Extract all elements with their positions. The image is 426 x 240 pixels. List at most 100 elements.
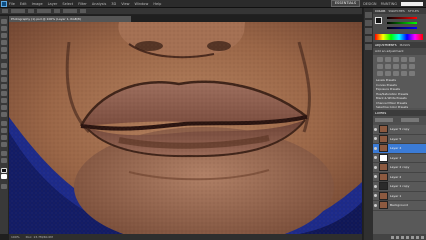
- brush-tool-icon[interactable]: [1, 70, 7, 75]
- menu-3d[interactable]: 3D: [111, 2, 116, 6]
- invert-icon[interactable]: [377, 71, 383, 76]
- quick-mask-icon[interactable]: [1, 184, 7, 189]
- workspace-painting-button[interactable]: PAINTING: [381, 2, 397, 6]
- preset-selective-color[interactable]: Selective Color Presets: [376, 105, 422, 110]
- gradient-tool-icon[interactable]: [1, 98, 7, 103]
- eye-icon[interactable]: [374, 127, 377, 131]
- pen-tool-icon[interactable]: [1, 121, 7, 126]
- eraser-tool-icon[interactable]: [1, 91, 7, 96]
- quick-select-tool-icon[interactable]: [1, 40, 7, 45]
- zoom-level[interactable]: 100%: [11, 234, 20, 240]
- brightness-contrast-icon[interactable]: [377, 57, 383, 62]
- selective-color-icon[interactable]: [409, 71, 415, 76]
- background-color-swatch[interactable]: [1, 174, 7, 179]
- search-input[interactable]: [401, 1, 423, 6]
- mode-select[interactable]: [28, 9, 34, 13]
- brush-panel-icon[interactable]: [365, 20, 372, 26]
- channel-mixer-icon[interactable]: [409, 64, 415, 69]
- marquee-tool-icon[interactable]: [1, 26, 7, 31]
- workspace-essentials-button[interactable]: ESSENTIALS: [330, 0, 361, 7]
- opacity-field[interactable]: [37, 9, 51, 13]
- menu-help[interactable]: Help: [153, 2, 161, 6]
- opacity-field[interactable]: [401, 118, 419, 122]
- curves-icon[interactable]: [393, 57, 399, 62]
- character-panel-icon[interactable]: [365, 36, 372, 42]
- airbrush-toggle[interactable]: [54, 9, 60, 13]
- red-slider[interactable]: [387, 17, 417, 19]
- green-slider[interactable]: [387, 22, 417, 24]
- gradient-map-icon[interactable]: [401, 71, 407, 76]
- menu-filter[interactable]: Filter: [78, 2, 87, 6]
- clone-stamp-tool-icon[interactable]: [1, 77, 7, 82]
- layer-row[interactable]: Layer 1 copy: [373, 182, 426, 192]
- eye-icon[interactable]: [374, 156, 377, 160]
- eye-icon[interactable]: [374, 184, 377, 188]
- add-mask-icon[interactable]: [401, 235, 404, 239]
- eye-icon[interactable]: [374, 203, 377, 207]
- type-tool-icon[interactable]: [1, 128, 7, 133]
- dodge-tool-icon[interactable]: [1, 112, 7, 117]
- new-layer-icon[interactable]: [416, 235, 419, 239]
- menu-window[interactable]: Window: [135, 2, 149, 6]
- foreground-color-swatch[interactable]: [1, 168, 7, 173]
- threshold-icon[interactable]: [393, 71, 399, 76]
- path-select-tool-icon[interactable]: [1, 135, 7, 140]
- layer-style-icon[interactable]: [396, 235, 399, 239]
- menu-image[interactable]: Image: [32, 2, 43, 6]
- brush-size-picker[interactable]: [11, 9, 25, 13]
- eye-icon[interactable]: [374, 146, 377, 150]
- clone-source-panel-icon[interactable]: [365, 28, 372, 34]
- flow-field[interactable]: [63, 9, 77, 13]
- zoom-tool-icon[interactable]: [1, 158, 7, 163]
- menu-analysis[interactable]: Analysis: [92, 2, 106, 6]
- foreground-color-chip[interactable]: [375, 17, 382, 24]
- healing-brush-tool-icon[interactable]: [1, 63, 7, 68]
- trash-icon[interactable]: [421, 235, 424, 239]
- blend-mode-select[interactable]: [375, 118, 393, 122]
- posterize-icon[interactable]: [385, 71, 391, 76]
- layer-row[interactable]: Layer 1: [373, 191, 426, 201]
- move-tool-icon[interactable]: [1, 19, 7, 24]
- shape-tool-icon[interactable]: [1, 142, 7, 147]
- layer-row[interactable]: Layer 2 copy: [373, 163, 426, 173]
- hue-saturation-icon[interactable]: [377, 64, 383, 69]
- eye-icon[interactable]: [374, 137, 377, 141]
- lasso-tool-icon[interactable]: [1, 33, 7, 38]
- crop-tool-icon[interactable]: [1, 47, 7, 52]
- layer-row[interactable]: Layer 2: [373, 172, 426, 182]
- blue-slider[interactable]: [387, 27, 417, 29]
- sample-select[interactable]: [80, 9, 86, 13]
- link-layers-icon[interactable]: [391, 235, 394, 239]
- document-canvas[interactable]: [9, 22, 362, 234]
- tab-layers[interactable]: LAYERS: [375, 111, 386, 115]
- menu-select[interactable]: Select: [62, 2, 73, 6]
- menu-layer[interactable]: Layer: [48, 2, 58, 6]
- eyedropper-tool-icon[interactable]: [1, 54, 7, 59]
- eye-icon[interactable]: [374, 194, 377, 198]
- layer-row[interactable]: Background: [373, 201, 426, 211]
- layer-row[interactable]: Layer 5 copy: [373, 125, 426, 135]
- actions-panel-icon[interactable]: [365, 44, 372, 50]
- menu-file[interactable]: File: [9, 2, 15, 6]
- new-adjustment-icon[interactable]: [406, 235, 409, 239]
- color-balance-icon[interactable]: [385, 64, 391, 69]
- menu-view[interactable]: View: [121, 2, 129, 6]
- exposure-icon[interactable]: [401, 57, 407, 62]
- photo-filter-icon[interactable]: [401, 64, 407, 69]
- color-ramp[interactable]: [375, 34, 423, 40]
- layer-row-selected[interactable]: Layer 4: [373, 144, 426, 154]
- workspace-design-button[interactable]: DESIGN: [363, 2, 377, 6]
- layer-row[interactable]: Layer 5: [373, 134, 426, 144]
- vibrance-icon[interactable]: [409, 57, 415, 62]
- history-brush-tool-icon[interactable]: [1, 84, 7, 89]
- hand-tool-icon[interactable]: [1, 151, 7, 156]
- eye-icon[interactable]: [374, 175, 377, 179]
- layer-row[interactable]: Layer 3: [373, 153, 426, 163]
- tool-preset-picker[interactable]: [2, 9, 8, 13]
- new-group-icon[interactable]: [411, 235, 414, 239]
- history-panel-icon[interactable]: [365, 12, 372, 18]
- black-white-icon[interactable]: [393, 64, 399, 69]
- eye-icon[interactable]: [374, 165, 377, 169]
- menu-edit[interactable]: Edit: [20, 2, 27, 6]
- blur-tool-icon[interactable]: [1, 105, 7, 110]
